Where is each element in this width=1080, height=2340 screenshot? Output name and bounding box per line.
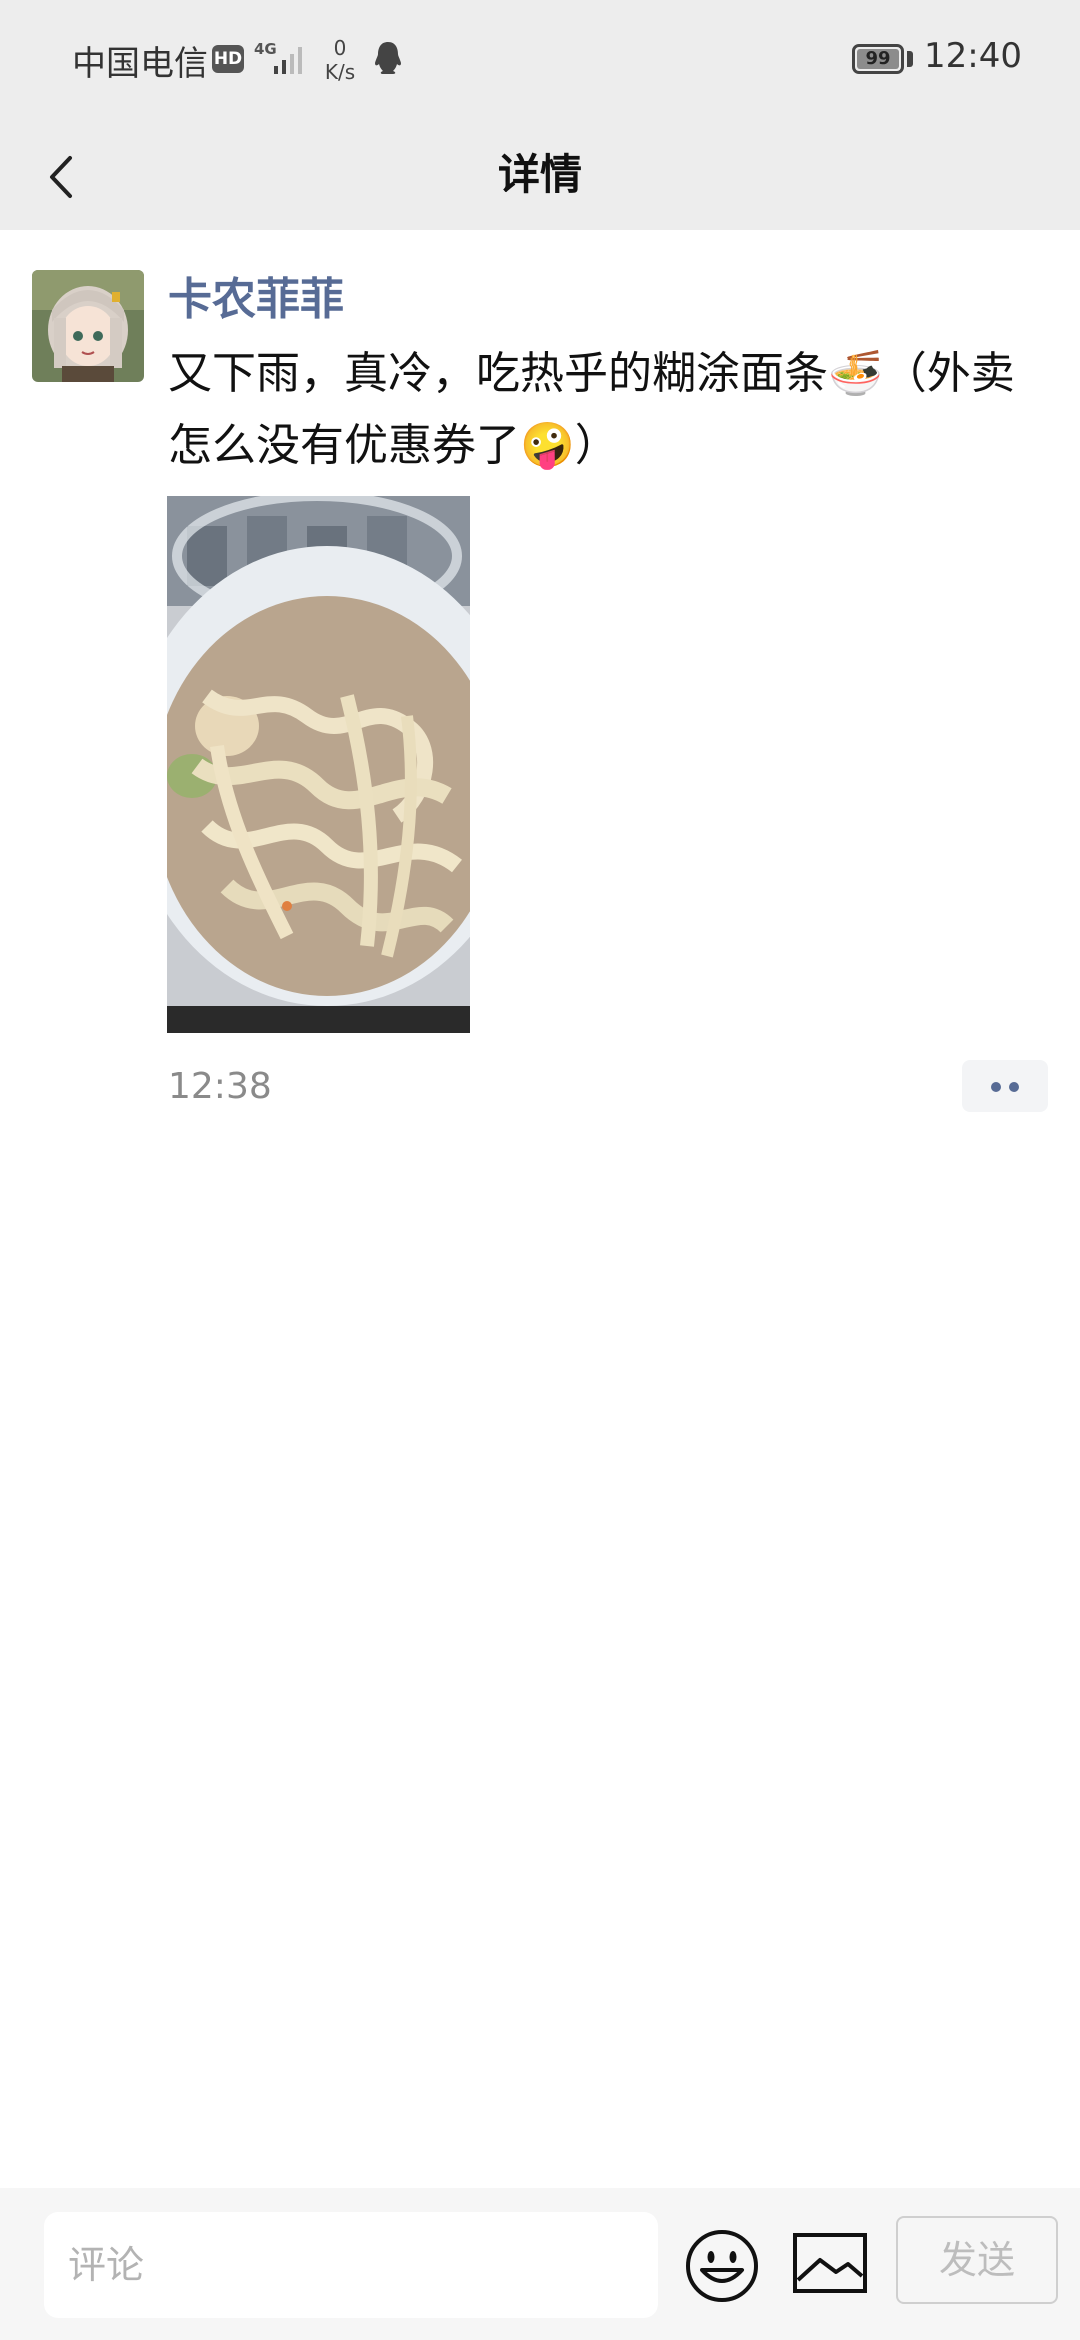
- post-text: 又下雨，真冷，吃热乎的糊涂面条🍜（外卖怎么没有优惠券了🤪）: [168, 348, 1015, 471]
- post-photo[interactable]: [167, 496, 470, 1033]
- signal-bars-icon: [274, 47, 302, 74]
- battery-tip: [907, 51, 913, 67]
- comment-input[interactable]: [44, 2212, 658, 2318]
- back-button[interactable]: [28, 142, 98, 212]
- status-bar: 中国电信 HD 4G 0 K/s 99 12:40: [0, 0, 1080, 120]
- smiley-icon[interactable]: [684, 2228, 760, 2304]
- battery-icon: 99: [852, 44, 904, 74]
- image-icon[interactable]: [792, 2230, 868, 2298]
- avatar[interactable]: [32, 270, 144, 382]
- author-name[interactable]: 卡农菲菲: [168, 270, 344, 330]
- battery-level: 99: [857, 49, 899, 69]
- qq-icon: [375, 42, 401, 74]
- network-speed-value: 0: [333, 36, 347, 60]
- more-button[interactable]: [962, 1060, 1048, 1112]
- hd-badge: HD: [212, 45, 244, 73]
- chevron-left-icon: [50, 156, 72, 198]
- comment-bar: 发送: [0, 2188, 1080, 2340]
- page-title: 详情: [497, 150, 582, 199]
- send-button[interactable]: 发送: [896, 2216, 1058, 2304]
- nav-bar: 详情: [0, 120, 1080, 230]
- network-speed: 0 K/s: [318, 36, 362, 84]
- post-time: 12:38: [168, 1066, 272, 1107]
- status-time: 12:40: [924, 36, 1022, 76]
- network-speed-unit: K/s: [324, 60, 356, 84]
- two-dots-icon: [991, 1082, 1001, 1092]
- two-dots-icon: [1009, 1082, 1019, 1092]
- carrier-label: 中国电信: [72, 44, 208, 84]
